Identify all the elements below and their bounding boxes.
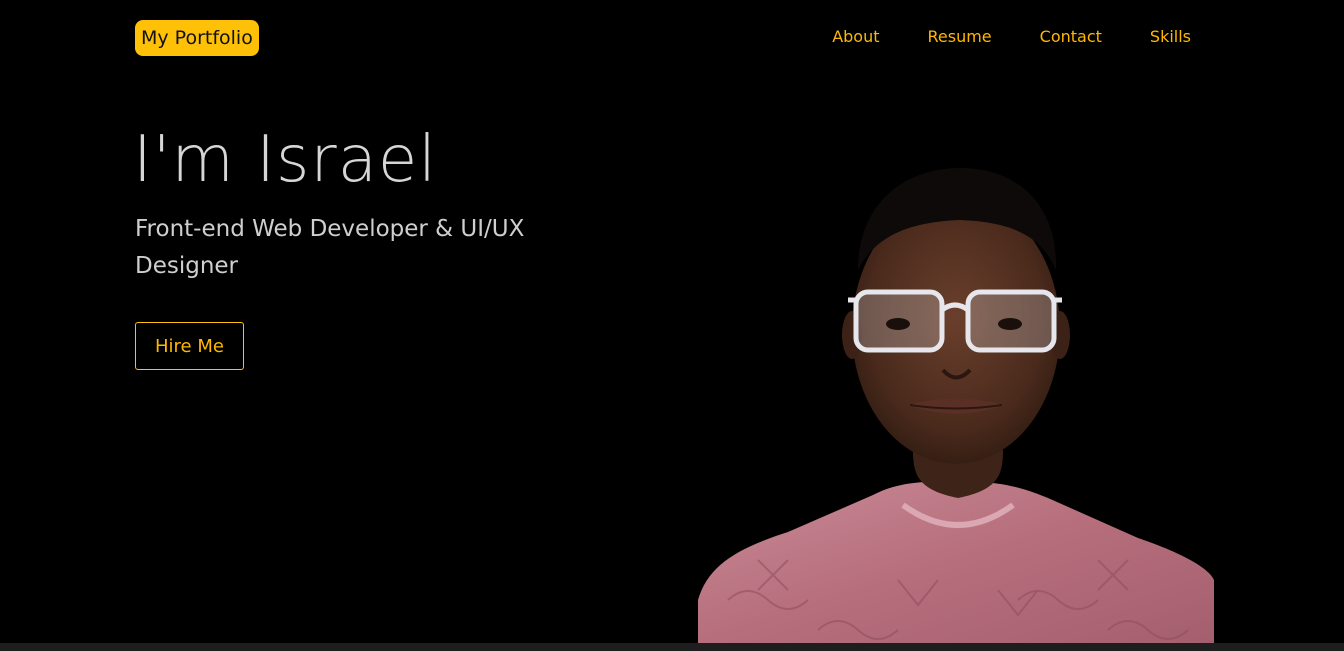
nav-links: About Resume Contact Skills bbox=[832, 26, 1191, 48]
profile-photo bbox=[698, 168, 1214, 643]
hire-me-button[interactable]: Hire Me bbox=[135, 322, 244, 370]
navbar: My Portfolio About Resume Contact Skills bbox=[0, 0, 1344, 76]
hero-title: I'm Israel bbox=[133, 123, 438, 197]
nav-link-contact[interactable]: Contact bbox=[1040, 26, 1102, 48]
nav-link-about[interactable]: About bbox=[832, 26, 879, 48]
hero-subtitle: Front-end Web Developer & UI/UX Designer bbox=[135, 216, 525, 279]
bottom-strip bbox=[0, 643, 1344, 651]
nav-link-skills[interactable]: Skills bbox=[1150, 26, 1191, 48]
portfolio-page: My Portfolio About Resume Contact Skills… bbox=[0, 0, 1344, 651]
logo-link[interactable]: My Portfolio bbox=[135, 20, 259, 56]
nav-link-resume[interactable]: Resume bbox=[928, 26, 992, 48]
